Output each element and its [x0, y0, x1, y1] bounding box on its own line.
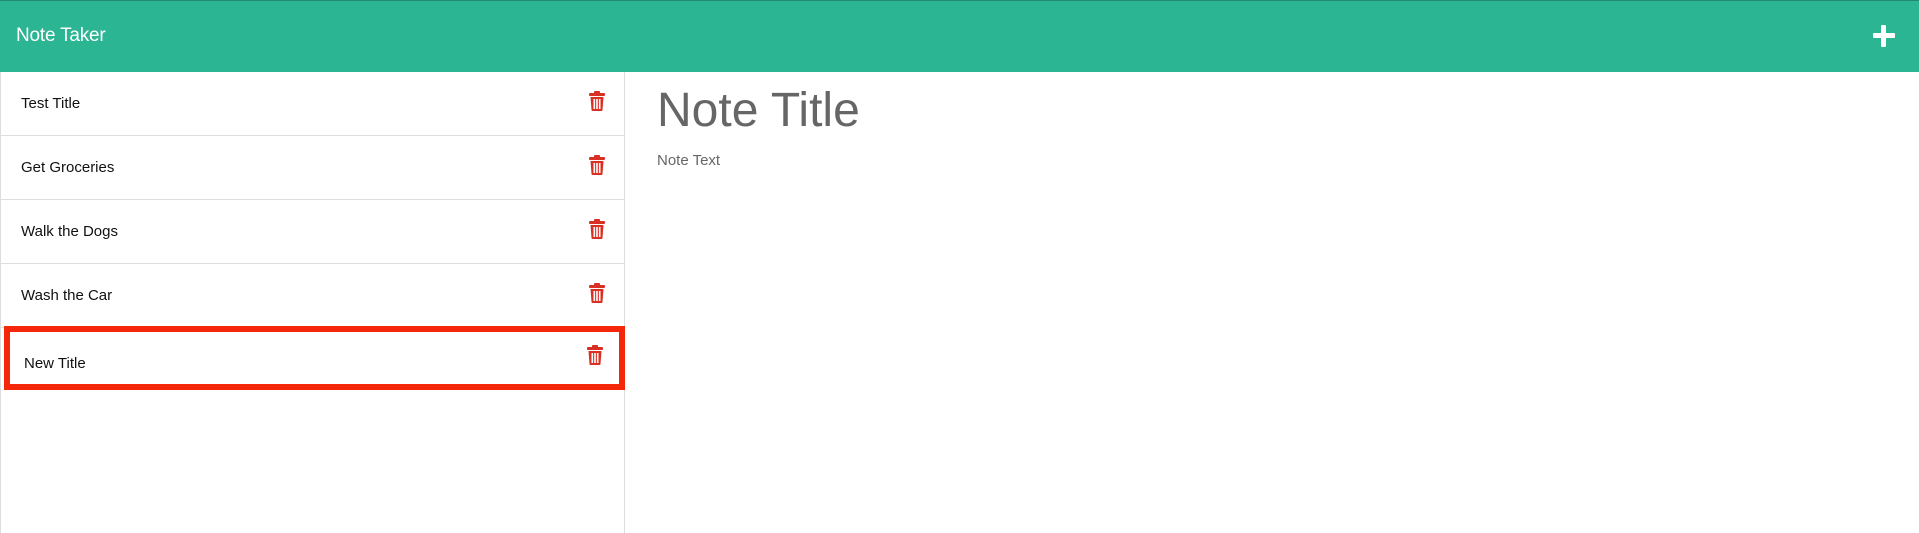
trash-icon[interactable] [589, 219, 605, 239]
new-note-button[interactable] [1871, 23, 1897, 49]
top-navbar: Note Taker [0, 0, 1919, 72]
trash-icon[interactable] [589, 91, 605, 111]
note-list-item-title: New Title [24, 355, 86, 372]
note-list-item-title: Test Title [21, 95, 81, 112]
note-taker-app: Note Taker Test Title Get Groceries Walk… [0, 0, 1919, 533]
note-list-item-title: Wash the Car [21, 287, 113, 304]
note-list: Test Title Get Groceries Walk the Dogs W… [1, 72, 625, 390]
trash-icon[interactable] [589, 283, 605, 303]
note-list-item-title: Get Groceries [21, 159, 115, 176]
note-list-item[interactable]: Test Title [1, 72, 624, 136]
trash-icon[interactable] [587, 345, 603, 365]
note-list-item[interactable]: Get Groceries [1, 136, 624, 200]
note-editor [626, 72, 1919, 533]
app-brand[interactable]: Note Taker [16, 1, 106, 73]
trash-icon[interactable] [589, 155, 605, 175]
note-text-input[interactable] [657, 152, 1857, 512]
note-list-item[interactable]: Wash the Car [1, 264, 624, 328]
note-title-input[interactable] [657, 80, 1857, 140]
note-list-item-title: Walk the Dogs [21, 223, 118, 240]
note-list-item[interactable]: Walk the Dogs [1, 200, 624, 264]
notes-sidebar: Test Title Get Groceries Walk the Dogs W… [0, 72, 625, 533]
note-list-item-highlighted[interactable]: New Title [4, 326, 625, 390]
